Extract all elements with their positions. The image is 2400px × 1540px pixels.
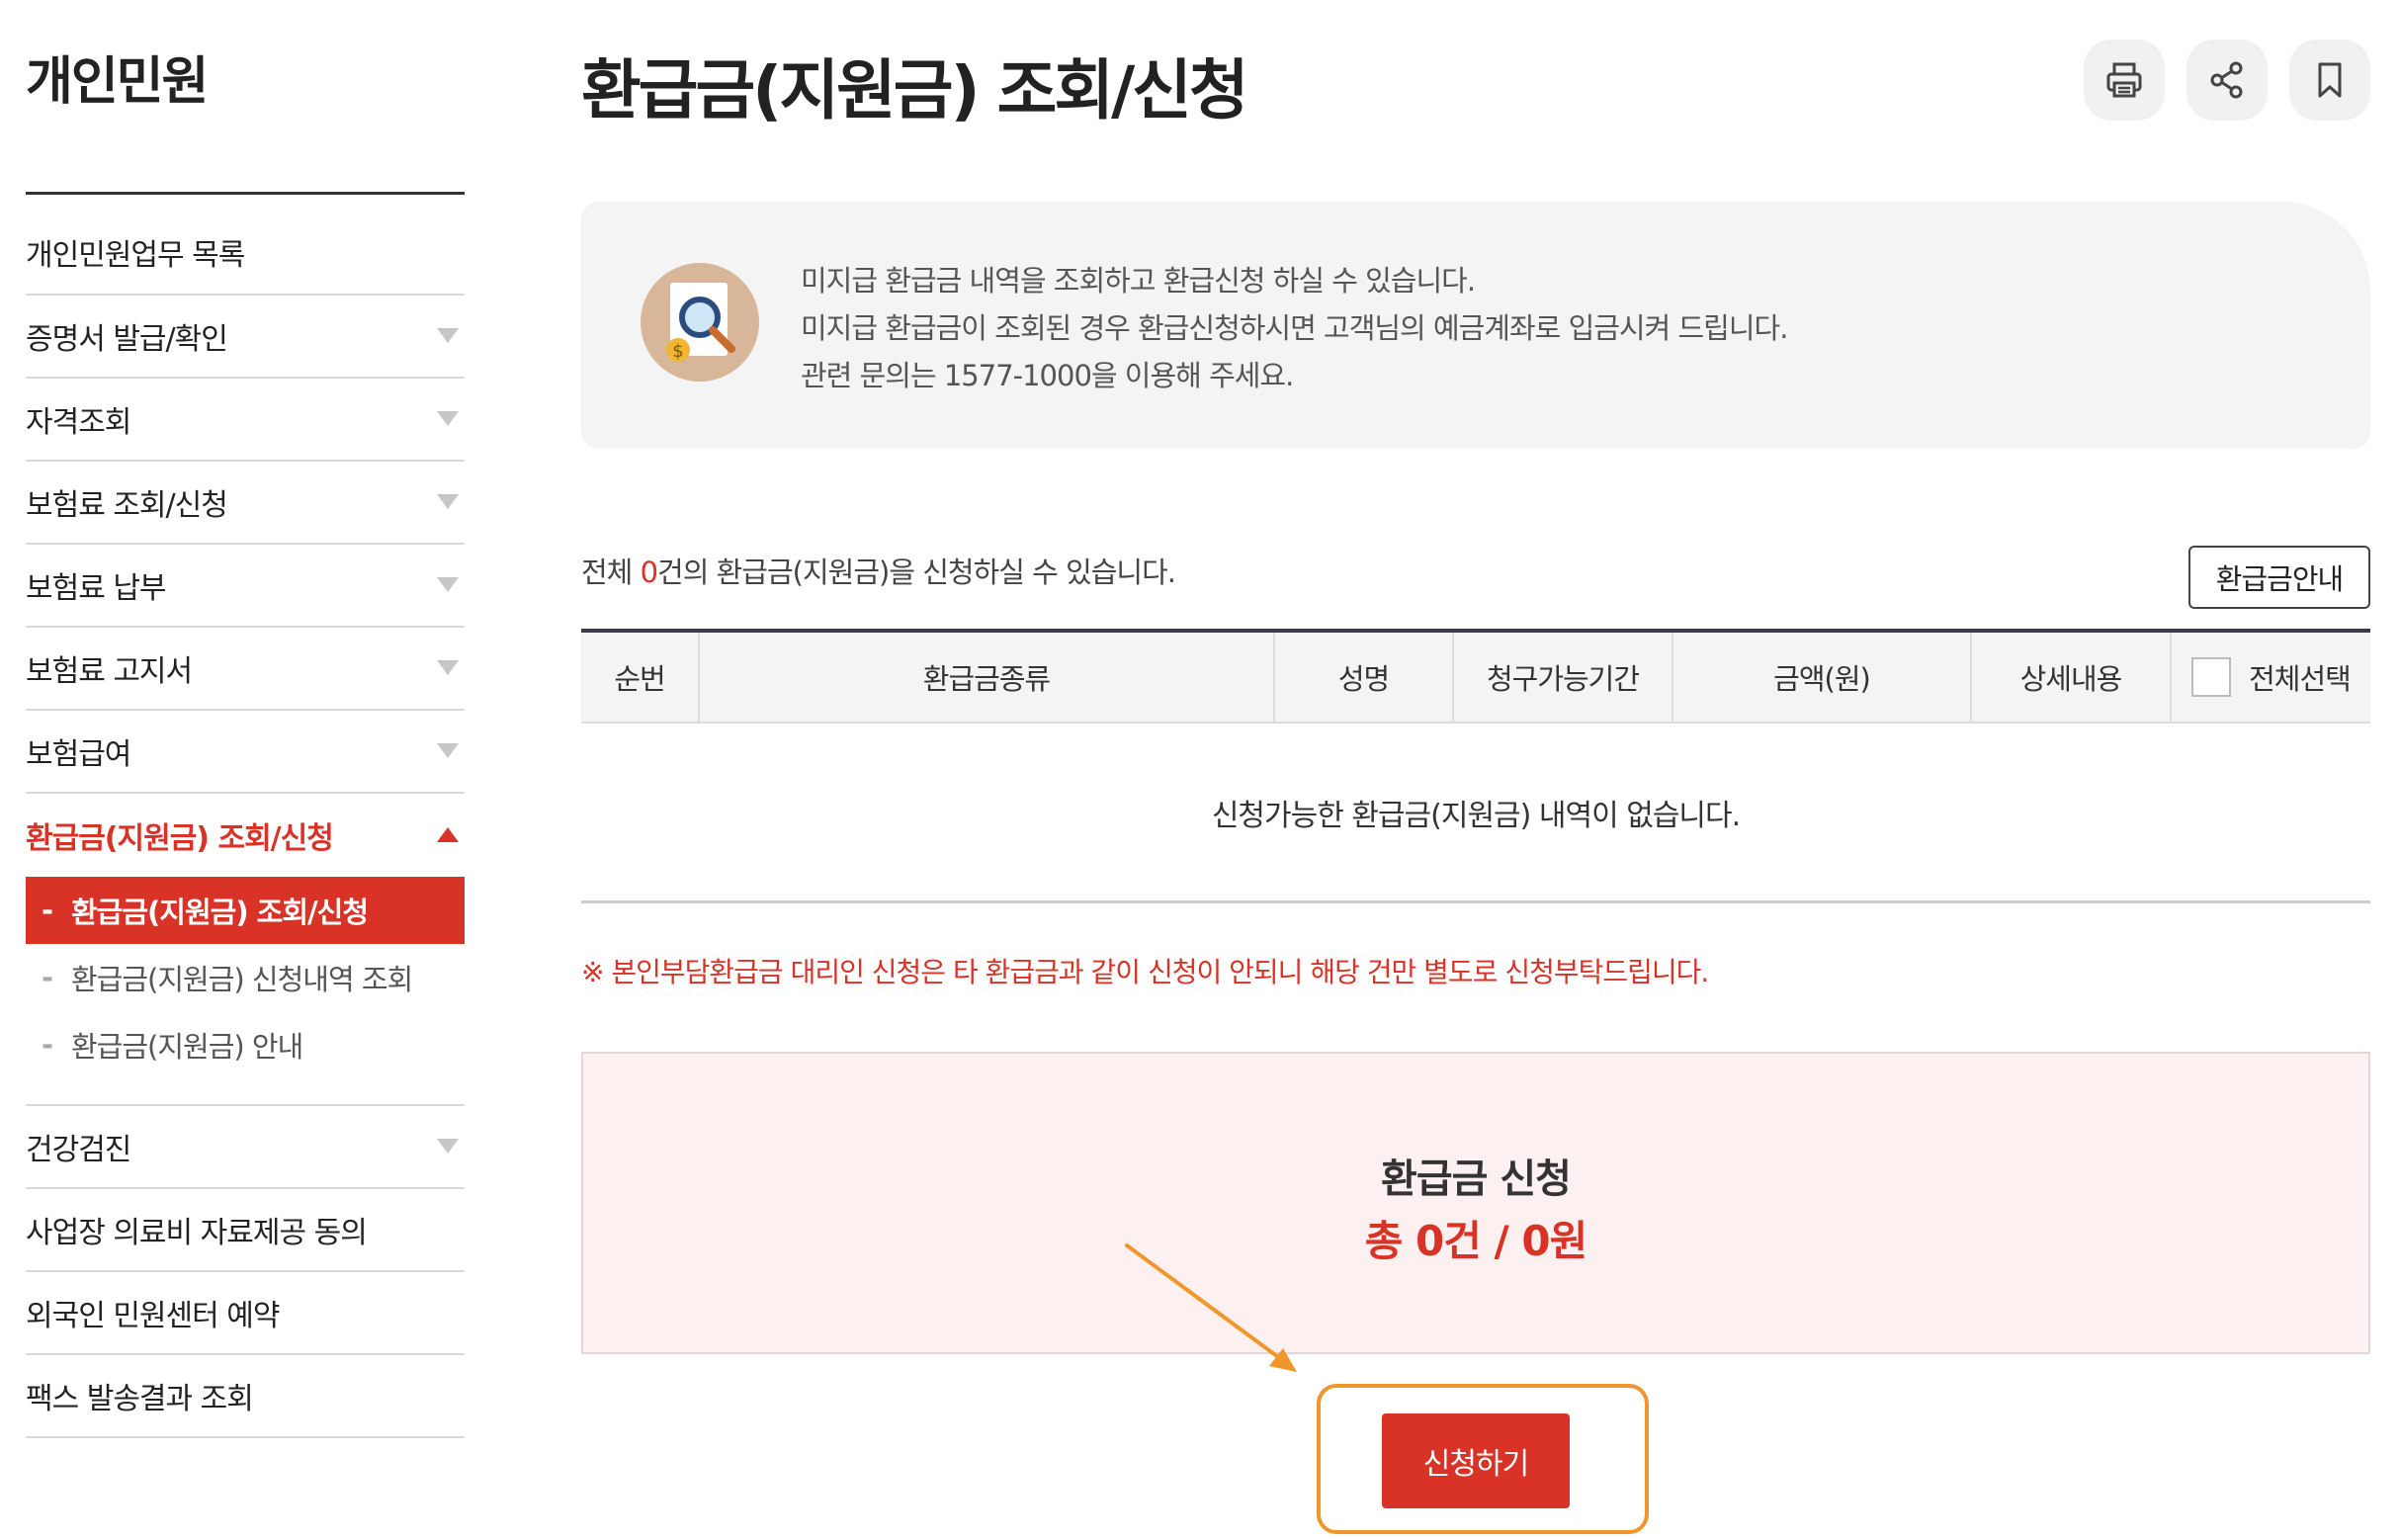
share-button[interactable] bbox=[2186, 40, 2268, 121]
svg-text:$: $ bbox=[672, 341, 683, 362]
info-text: 미지급 환급금 내역을 조회하고 환급신청 하실 수 있습니다. 미지급 환급금… bbox=[801, 257, 1788, 399]
sidebar-item-premium-notice[interactable]: 보험료 고지서 bbox=[26, 628, 465, 711]
refund-count-number: 0 bbox=[640, 556, 658, 589]
count-prefix: 전체 bbox=[581, 556, 641, 589]
sidebar-item-premium-payment[interactable]: 보험료 납부 bbox=[26, 545, 465, 628]
chevron-down-icon bbox=[437, 660, 459, 675]
table-header-row: 순번 환급금종류 성명 청구가능기간 금액(원) 상세내용 전체선택 bbox=[581, 629, 2370, 724]
summary-total: 총 0건 / 0원 bbox=[1364, 1217, 1588, 1265]
dash-icon: - bbox=[42, 961, 53, 994]
refund-guide-button[interactable]: 환급금안내 bbox=[2188, 546, 2370, 609]
sidebar-item-certificates[interactable]: 증명서 발급/확인 bbox=[26, 296, 465, 379]
submenu-item-label: 환급금(지원금) 안내 bbox=[71, 1030, 303, 1064]
sidebar-title: 개인민원 bbox=[26, 52, 209, 112]
sidebar-submenu-wrapper: - 환급금(지원금) 조회/신청 - 환급금(지원금) 신청내역 조회 - 환급… bbox=[26, 877, 465, 1106]
sidebar-item-label: 자격조회 bbox=[26, 405, 131, 440]
select-all-header: 전체선택 bbox=[2172, 633, 2370, 722]
apply-button[interactable]: 신청하기 bbox=[1382, 1413, 1570, 1508]
sidebar-item-fax-result[interactable]: 팩스 발송결과 조회 bbox=[26, 1355, 465, 1438]
select-all-checkbox[interactable] bbox=[2191, 657, 2232, 697]
sidebar-item-label: 개인민원업무 목록 bbox=[26, 238, 245, 273]
sidebar-item-label: 보험료 조회/신청 bbox=[26, 488, 228, 523]
sidebar-item-refund[interactable]: 환급금(지원금) 조회/신청 bbox=[26, 794, 465, 877]
sidebar-item-label: 보험급여 bbox=[26, 737, 131, 772]
sidebar-item-label: 외국인 민원센터 예약 bbox=[26, 1299, 280, 1333]
share-icon bbox=[2210, 61, 2243, 99]
table-empty-message: 신청가능한 환급금(지원금) 내역이 없습니다. bbox=[581, 724, 2370, 903]
submenu-item-refund-guide[interactable]: - 환급금(지원금) 안내 bbox=[26, 1011, 465, 1078]
info-line: 관련 문의는 1577-1000을 이용해 주세요. bbox=[801, 359, 1294, 392]
sidebar-item-civil-list[interactable]: 개인민원업무 목록 bbox=[26, 211, 465, 296]
sidebar-submenu: - 환급금(지원금) 조회/신청 - 환급금(지원금) 신청내역 조회 - 환급… bbox=[26, 877, 465, 1106]
dash-icon: - bbox=[42, 894, 53, 927]
sidebar-item-label: 보험료 납부 bbox=[26, 571, 167, 606]
info-line: 미지급 환급금이 조회된 경우 환급신청하시면 고객님의 예금계좌로 입금시켜 … bbox=[801, 311, 1788, 345]
chevron-down-icon bbox=[437, 577, 459, 592]
sidebar-item-label: 보험료 고지서 bbox=[26, 654, 193, 689]
submenu-item-label: 환급금(지원금) 신청내역 조회 bbox=[71, 963, 413, 996]
sidebar-item-foreigner-center[interactable]: 외국인 민원센터 예약 bbox=[26, 1272, 465, 1355]
column-header-details: 상세내용 bbox=[1972, 633, 2172, 722]
sidebar-item-medical-consent[interactable]: 사업장 의료비 자료제공 동의 bbox=[26, 1189, 465, 1272]
sidebar-item-label: 환급금(지원금) 조회/신청 bbox=[26, 821, 334, 856]
column-header-name: 성명 bbox=[1275, 633, 1454, 722]
sidebar-item-label: 증명서 발급/확인 bbox=[26, 322, 228, 357]
sidebar-divider bbox=[26, 192, 465, 195]
sidebar-item-eligibility[interactable]: 자격조회 bbox=[26, 379, 465, 462]
annotation-arrow-icon bbox=[1125, 1243, 1297, 1372]
column-header-refund-type: 환급금종류 bbox=[700, 633, 1275, 722]
page-title: 환급금(지원금) 조회/신청 bbox=[581, 52, 1249, 128]
sidebar-item-health-checkup[interactable]: 건강검진 bbox=[26, 1106, 465, 1189]
chevron-down-icon bbox=[437, 494, 459, 509]
bookmark-button[interactable] bbox=[2289, 40, 2370, 121]
sidebar-menu: 개인민원업무 목록 증명서 발급/확인 자격조회 보험료 조회/신청 보험료 납… bbox=[26, 211, 465, 1438]
submenu-item-label: 환급금(지원금) 조회/신청 bbox=[71, 896, 369, 929]
summary-title: 환급금 신청 bbox=[1381, 1156, 1572, 1202]
sidebar-item-label: 팩스 발송결과 조회 bbox=[26, 1382, 254, 1416]
info-line: 미지급 환급금 내역을 조회하고 환급신청 하실 수 있습니다. bbox=[801, 264, 1476, 298]
chevron-down-icon bbox=[437, 1139, 459, 1154]
column-header-seq: 순번 bbox=[581, 633, 700, 722]
submenu-item-refund-inquiry[interactable]: - 환급금(지원금) 조회/신청 bbox=[26, 877, 465, 944]
chevron-up-icon bbox=[437, 827, 459, 842]
chevron-down-icon bbox=[437, 743, 459, 758]
proxy-application-notice: ※ 본인부담환급금 대리인 신청은 타 환급금과 같이 신청이 안되니 해당 건… bbox=[581, 956, 1709, 988]
refund-table: 순번 환급금종류 성명 청구가능기간 금액(원) 상세내용 전체선택 신청가능한… bbox=[581, 629, 2370, 903]
column-header-claim-period: 청구가능기간 bbox=[1454, 633, 1673, 722]
sidebar-item-insurance-benefit[interactable]: 보험급여 bbox=[26, 711, 465, 794]
sidebar-item-label: 사업장 의료비 자료제공 동의 bbox=[26, 1216, 368, 1250]
info-box: $ 미지급 환급금 내역을 조회하고 환급신청 하실 수 있습니다. 미지급 환… bbox=[581, 202, 2370, 449]
print-icon bbox=[2106, 62, 2142, 98]
dash-icon: - bbox=[42, 1028, 53, 1062]
application-summary: 환급금 신청 총 0건 / 0원 bbox=[581, 1052, 2370, 1354]
count-suffix: 건의 환급금(지원금)을 신청하실 수 있습니다. bbox=[657, 556, 1176, 589]
print-button[interactable] bbox=[2084, 40, 2165, 121]
bookmark-icon bbox=[2318, 62, 2342, 98]
refund-count-text: 전체 0건의 환급금(지원금)을 신청하실 수 있습니다. bbox=[581, 550, 1176, 591]
search-document-graphic: $ bbox=[666, 283, 735, 362]
chevron-down-icon bbox=[437, 328, 459, 343]
submenu-item-refund-history[interactable]: - 환급금(지원금) 신청내역 조회 bbox=[26, 944, 465, 1011]
sidebar-item-premium-inquiry[interactable]: 보험료 조회/신청 bbox=[26, 462, 465, 545]
column-header-amount: 금액(원) bbox=[1673, 633, 1972, 722]
sidebar-item-label: 건강검진 bbox=[26, 1133, 131, 1167]
select-all-label: 전체선택 bbox=[2249, 662, 2352, 696]
chevron-down-icon bbox=[437, 411, 459, 426]
search-document-icon: $ bbox=[641, 263, 759, 382]
